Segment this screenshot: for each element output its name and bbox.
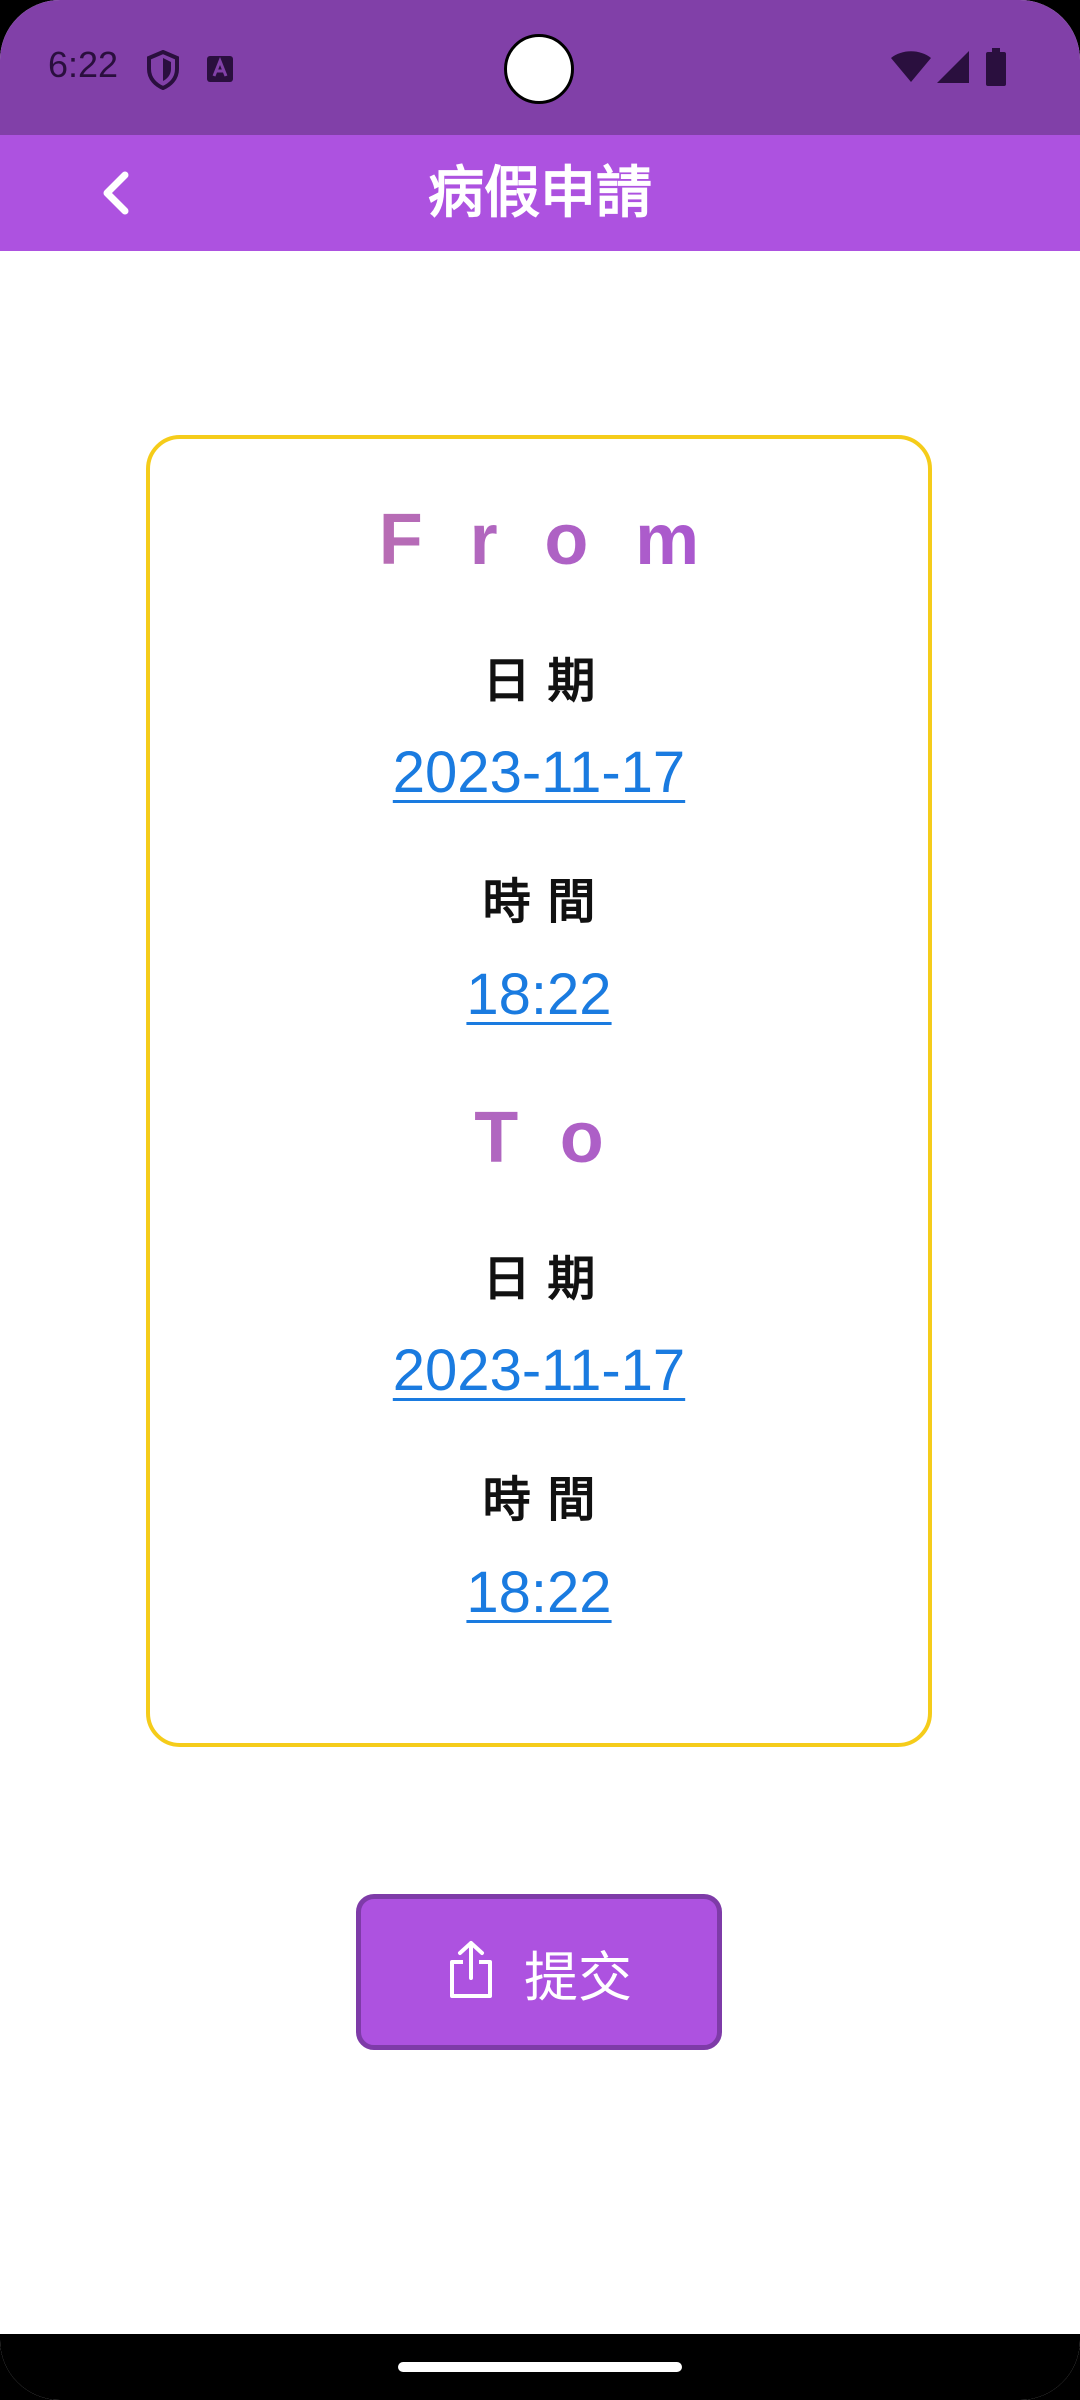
submit-label: 提交 [524, 1945, 632, 2009]
page-title: 病假申請 [428, 161, 652, 226]
to-heading: To [150, 1097, 928, 1179]
to-time-label: 時間 [482, 1472, 613, 1528]
status-time: 6:22 [48, 44, 119, 85]
a-box-icon [206, 55, 234, 87]
screen: 6:22 病假申請 From 日期 2023-11-17 時間 18:22 To… [0, 0, 1080, 2400]
app-bar: 病假申請 [0, 135, 1080, 251]
to-date-field[interactable]: 2023-11-17 [150, 1337, 928, 1404]
from-date-field[interactable]: 2023-11-17 [150, 739, 928, 806]
to-time-value[interactable]: 18:22 [466, 1560, 611, 1625]
leave-period-card: From 日期 2023-11-17 時間 18:22 To 日期 2023-1… [146, 435, 932, 1747]
battery-icon [986, 48, 1006, 90]
from-heading: From [150, 499, 928, 581]
signal-icon [936, 50, 970, 88]
from-time-value[interactable]: 18:22 [466, 962, 611, 1027]
from-date-value[interactable]: 2023-11-17 [393, 740, 685, 805]
share-upload-icon [446, 1940, 496, 2004]
status-bar: 6:22 [0, 0, 1080, 135]
shield-icon [146, 49, 180, 94]
from-date-label: 日期 [482, 653, 613, 709]
to-date-value[interactable]: 2023-11-17 [393, 1338, 685, 1403]
home-indicator[interactable] [398, 2362, 682, 2372]
camera-cutout [504, 34, 574, 104]
to-date-label: 日期 [482, 1251, 613, 1307]
from-time-label: 時間 [482, 874, 613, 930]
to-time-field[interactable]: 18:22 [150, 1559, 928, 1626]
from-time-field[interactable]: 18:22 [150, 961, 928, 1028]
submit-button[interactable]: 提交 [356, 1894, 722, 2050]
wifi-icon [890, 50, 932, 88]
